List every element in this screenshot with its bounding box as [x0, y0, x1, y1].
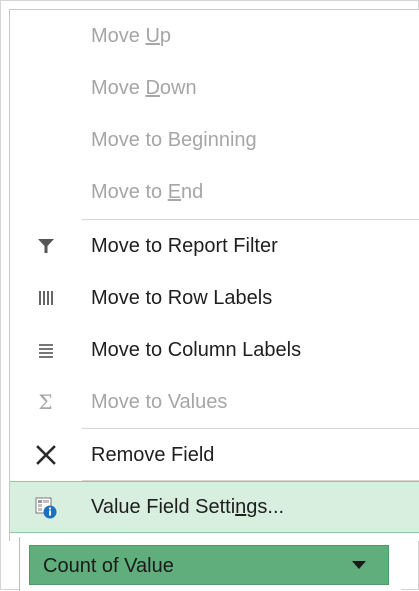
- menu-item-label: Move to Report Filter: [91, 235, 278, 257]
- menu-item-label: Move to Be: [91, 129, 193, 151]
- menu-item-move-to-row-labels[interactable]: Move to Row Labels: [10, 272, 419, 324]
- menu-item-move-to-values[interactable]: Σ Move to Values: [10, 376, 419, 428]
- field-context-menu: Move Up Move Down Move to Beginning Move…: [9, 9, 419, 541]
- menu-item-label: Remove Field: [91, 444, 215, 466]
- menu-item-move-to-beginning[interactable]: Move to Beginning: [10, 114, 419, 166]
- menu-item-label-rest: nd: [181, 181, 204, 203]
- sigma-icon: Σ: [10, 376, 81, 428]
- field-settings-icon: [10, 482, 81, 534]
- value-field-label: Count of Value: [43, 555, 174, 577]
- row-labels-icon: [10, 272, 81, 324]
- menu-item-label-rest: own: [159, 77, 197, 99]
- menu-item-accelerator: U: [145, 25, 160, 47]
- menu-item-label: Move to Row Labels: [91, 287, 273, 309]
- menu-item-move-to-end[interactable]: Move to End: [10, 166, 419, 218]
- menu-item-label-rest: inning: [203, 129, 257, 151]
- value-field-button[interactable]: Count of Value: [29, 545, 389, 585]
- column-labels-icon: [10, 324, 81, 376]
- menu-item-move-to-column-labels[interactable]: Move to Column Labels: [10, 324, 419, 376]
- menu-item-remove-field[interactable]: Remove Field: [10, 429, 419, 481]
- menu-item-move-up[interactable]: Move Up: [10, 10, 419, 62]
- empty-icon-slot: [10, 10, 81, 62]
- menu-item-label-rest: gs...: [246, 496, 285, 518]
- menu-item-accelerator: n: [235, 496, 247, 518]
- empty-icon-slot: [10, 62, 81, 114]
- menu-item-accelerator: D: [145, 77, 160, 99]
- sigma-glyph: Σ: [38, 390, 53, 414]
- empty-icon-slot: [10, 114, 81, 166]
- menu-item-label-rest: p: [159, 25, 172, 47]
- menu-item-label: Move: [91, 25, 146, 47]
- menu-item-label: Value Field Setti: [91, 496, 236, 518]
- menu-item-accelerator: g: [192, 129, 204, 151]
- menu-item-label: Move: [91, 77, 146, 99]
- context-menu-frame: Move Up Move Down Move to Beginning Move…: [0, 0, 419, 591]
- menu-item-move-down[interactable]: Move Down: [10, 62, 419, 114]
- menu-item-label: Move to: [91, 181, 168, 203]
- close-x-icon: [10, 429, 81, 481]
- menu-item-value-field-settings[interactable]: Value Field Settings...: [10, 481, 419, 533]
- dropdown-arrow-icon[interactable]: [352, 561, 366, 569]
- menu-item-move-to-report-filter[interactable]: Move to Report Filter: [10, 220, 419, 272]
- empty-icon-slot: [10, 166, 81, 218]
- menu-item-accelerator: E: [167, 181, 182, 203]
- menu-item-label: Move to Values: [91, 391, 228, 413]
- filter-icon: [10, 220, 81, 272]
- menu-item-label: Move to Column Labels: [91, 339, 302, 361]
